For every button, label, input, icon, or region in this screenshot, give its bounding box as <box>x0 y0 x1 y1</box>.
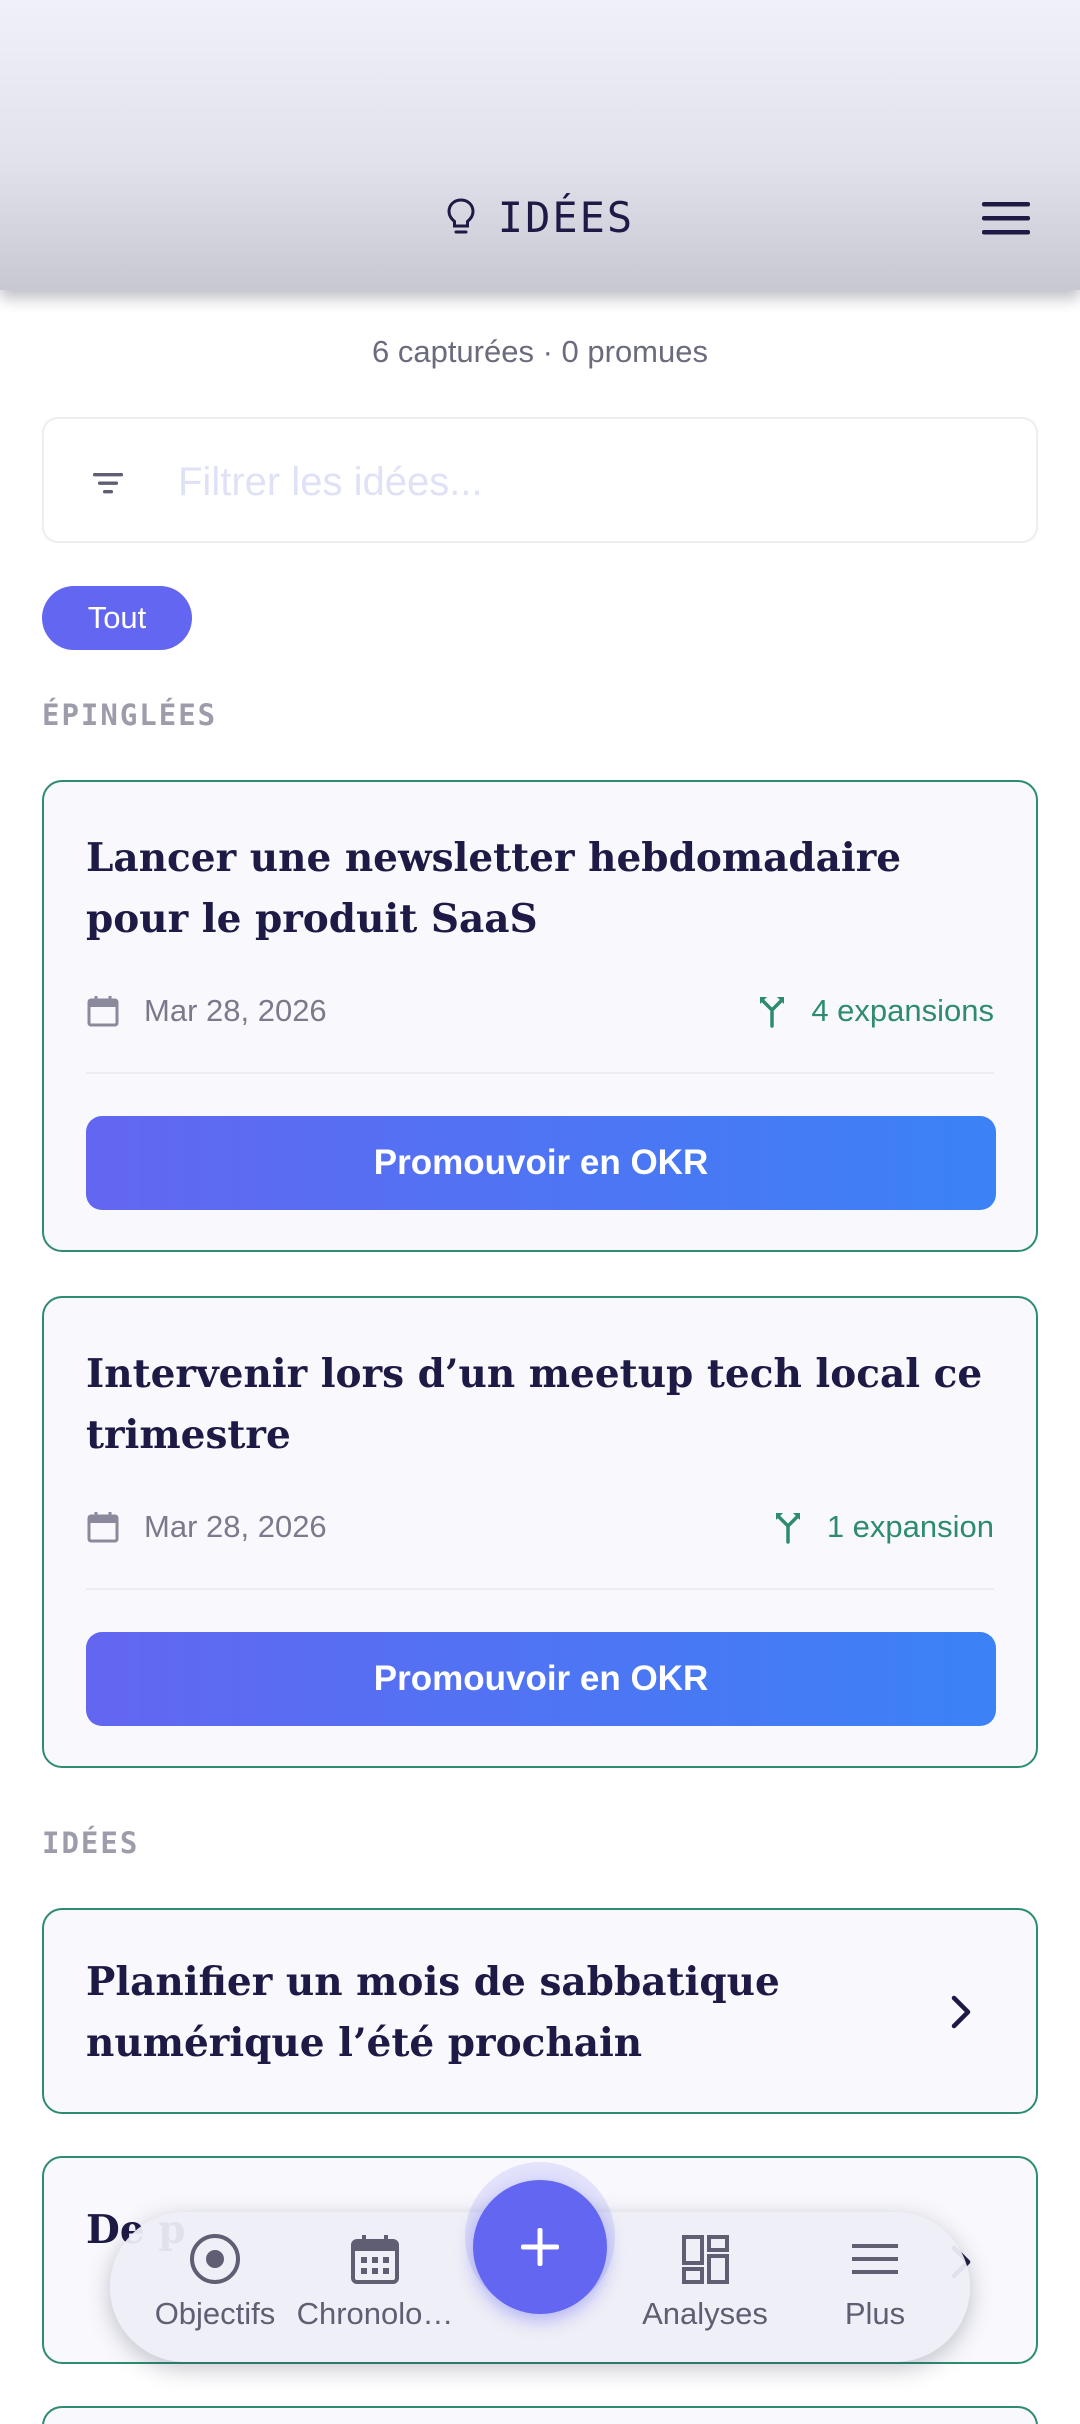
nav-label: Chronolo… <box>296 2296 454 2331</box>
chevron-right-icon <box>951 1995 971 2029</box>
idea-card[interactable]: Planifier un mois de sabbatique numériqu… <box>42 1908 1038 2114</box>
calendar-icon <box>351 2235 399 2284</box>
nav-label: Analyses <box>642 2296 768 2331</box>
app-header: IDÉES <box>0 0 1080 290</box>
idea-title: Intervenir lors d’un meetup tech local c… <box>86 1351 983 1458</box>
lightbulb-icon <box>447 198 475 234</box>
idea-title: Lancer une newsletter hebdomadaire pour … <box>86 835 902 942</box>
hamburger-menu-icon <box>982 202 1030 235</box>
idea-date: Mar 28, 2026 <box>144 993 327 1028</box>
search-input[interactable] <box>178 449 998 515</box>
dashboard-icon <box>682 2235 729 2284</box>
nav-label: Objectifs <box>154 2296 276 2331</box>
header-title: IDÉES <box>0 188 1080 246</box>
idea-card[interactable] <box>42 2406 1038 2424</box>
pinned-idea-card[interactable]: Intervenir lors d’un meetup tech local c… <box>42 1296 1038 1768</box>
section-label-ideas: IDÉES <box>42 1826 140 1860</box>
search-box[interactable] <box>42 417 1038 543</box>
idea-expansions: 4 expansions <box>811 993 994 1028</box>
plus-icon <box>521 2228 559 2266</box>
fork-icon <box>760 997 785 1028</box>
promote-okr-button[interactable]: Promouvoir en OKR <box>86 1116 996 1210</box>
filter-icon <box>93 473 123 494</box>
nav-label: Plus <box>844 2296 906 2331</box>
ideas-summary: 6 capturées · 0 promues <box>371 334 708 369</box>
filter-chip-all[interactable]: Tout <box>42 586 192 650</box>
calendar-icon <box>87 1512 119 1543</box>
promote-okr-button[interactable]: Promouvoir en OKR <box>86 1632 996 1726</box>
idea-date: Mar 28, 2026 <box>144 1509 327 1544</box>
idea-expansions: 1 expansion <box>826 1509 994 1544</box>
card-divider <box>86 1588 994 1590</box>
fork-icon <box>775 1513 800 1544</box>
nav-item-analytics[interactable]: Analyses <box>630 2230 780 2332</box>
add-idea-button[interactable] <box>473 2180 607 2314</box>
nav-item-objectives[interactable]: Objectifs <box>140 2230 290 2332</box>
calendar-icon <box>87 996 119 1027</box>
target-icon <box>190 2234 240 2284</box>
pinned-idea-card[interactable]: Lancer une newsletter hebdomadaire pour … <box>42 780 1038 1252</box>
nav-item-more[interactable]: Plus <box>800 2230 950 2332</box>
menu-button[interactable] <box>976 192 1036 244</box>
menu-lines-icon <box>852 2244 898 2274</box>
card-divider <box>86 1072 994 1074</box>
nav-item-timeline[interactable]: Chronolo… <box>290 2230 460 2332</box>
page-title: IDÉES <box>497 192 635 242</box>
idea-title: Planifier un mois de sabbatique numériqu… <box>86 1959 780 2066</box>
section-label-pinned: ÉPINGLÉES <box>42 698 218 732</box>
